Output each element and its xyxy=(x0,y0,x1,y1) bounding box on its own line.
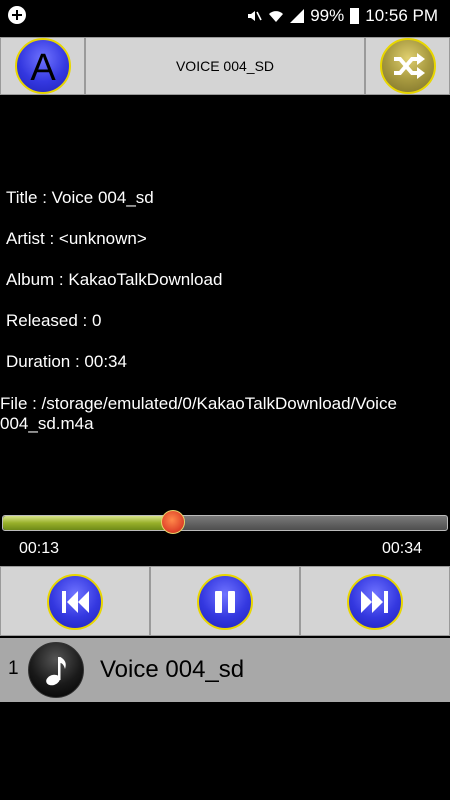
title-info: Title : Voice 004_sd xyxy=(6,188,154,207)
battery-icon xyxy=(350,8,360,24)
alphabet-button-cell: A xyxy=(0,37,85,95)
shuffle-button[interactable] xyxy=(380,38,436,94)
pause-button[interactable] xyxy=(197,574,253,630)
skip-next-icon xyxy=(361,591,388,613)
album-info: Album : KakaoTalkDownload xyxy=(6,270,223,289)
track-number: 1 xyxy=(8,658,19,679)
seek-track[interactable] xyxy=(2,515,448,531)
status-bar: 99% 10:56 PM xyxy=(0,0,450,32)
next-button[interactable] xyxy=(347,574,403,630)
alphabet-button[interactable]: A xyxy=(15,38,71,94)
clock: 10:56 PM xyxy=(365,6,438,25)
seek-progress xyxy=(3,516,174,530)
playlist-item[interactable]: 1 Voice 004_sd xyxy=(0,638,450,702)
wifi-icon xyxy=(269,11,284,22)
seek-thumb[interactable] xyxy=(160,510,185,534)
seek-bar[interactable] xyxy=(2,510,448,536)
previous-button[interactable] xyxy=(47,574,103,630)
mute-icon xyxy=(248,11,262,21)
total-time: 00:34 xyxy=(381,540,422,557)
artist-info: Artist : <unknown> xyxy=(6,229,147,248)
skip-previous-icon xyxy=(62,591,89,613)
released-info: Released : 0 xyxy=(6,311,102,330)
pause-icon xyxy=(215,591,235,613)
playlist: 1 Voice 004_sd xyxy=(0,638,450,702)
letter-a-icon: A xyxy=(30,47,56,89)
next-cell xyxy=(300,566,450,636)
track-title: Voice 004_sd xyxy=(100,656,245,683)
pause-cell xyxy=(150,566,300,636)
top-bar: A VOICE 004_SD xyxy=(0,37,450,95)
shuffle-button-cell xyxy=(365,37,450,95)
playback-controls xyxy=(0,566,450,636)
signal-icon xyxy=(290,9,305,23)
now-playing-title: VOICE 004_SD xyxy=(85,37,365,95)
notification-plus-icon xyxy=(8,6,26,24)
battery-percent: 99% xyxy=(310,6,345,25)
previous-cell xyxy=(0,566,150,636)
duration-info: Duration : 00:34 xyxy=(6,352,127,371)
current-time: 00:13 xyxy=(19,540,60,557)
status-icons: 99% 10:56 PM xyxy=(246,4,438,28)
music-note-icon xyxy=(28,642,84,698)
file-info: File : /storage/emulated/0/KakaoTalkDown… xyxy=(0,394,397,433)
shuffle-icon xyxy=(394,53,425,79)
